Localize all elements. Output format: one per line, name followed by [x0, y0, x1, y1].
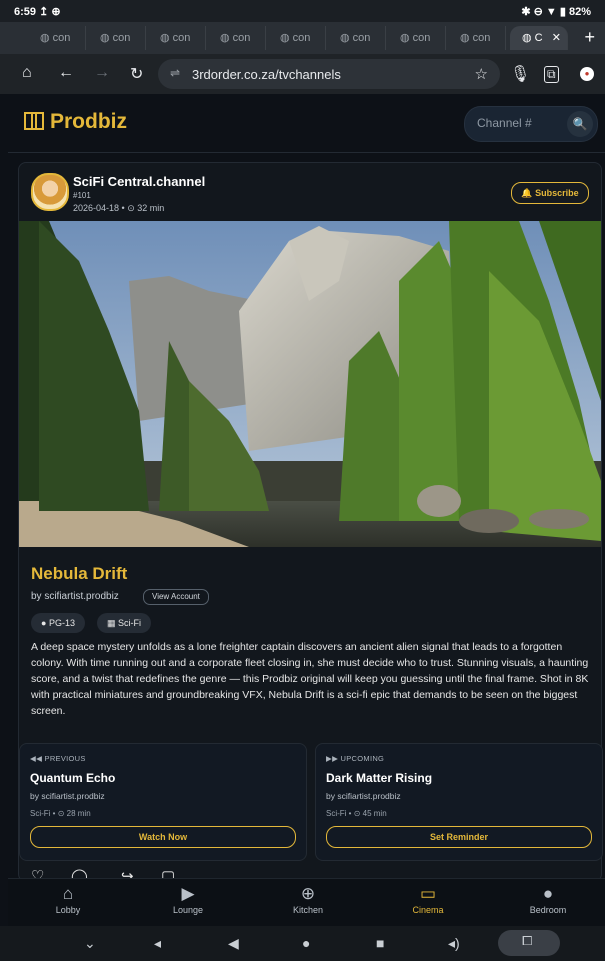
volume-down-icon[interactable]: ◂: [154, 935, 161, 952]
system-navigation: ⌄ ◂ ◀ ● ■ ◂) ⧠: [0, 926, 605, 961]
browser-tab[interactable]: ◍ con: [208, 26, 266, 50]
status-bar: 6:59 ↥ ⊕ ✱ ⊖ ▼ ▮ 82%: [0, 0, 605, 22]
hero-image: [19, 221, 601, 547]
browser-tab[interactable]: ◍ con: [88, 26, 146, 50]
tv-icon: ▭: [419, 884, 437, 903]
address-bar: ⌂ ← → ↻ ⇌ 3rdorder.co.za/tvchannels ☆ 🎙 …: [0, 54, 605, 94]
nav-lounge[interactable]: ▶ Lounge: [148, 883, 228, 915]
tag-icon: ●: [41, 618, 47, 628]
search-icon[interactable]: 🔍: [567, 111, 593, 137]
upcoming-title: Dark Matter Rising: [326, 771, 433, 785]
channel-number-input[interactable]: [475, 115, 549, 131]
plus-circle-icon: ⊕: [300, 884, 316, 903]
browser-tab[interactable]: ◍ con: [268, 26, 326, 50]
browser-tab[interactable]: ◍ con: [28, 26, 86, 50]
clock-icon: ⊙: [353, 809, 361, 818]
play-icon: ▶: [181, 884, 195, 903]
status-time: 6:59 ↥ ⊕: [14, 6, 61, 18]
genre-badge: ▦ Sci-Fi: [97, 613, 152, 633]
chevron-down-icon[interactable]: ⌄: [84, 935, 96, 952]
url-text[interactable]: 3rdorder.co.za/tvchannels: [192, 67, 341, 82]
channel-number: #101: [73, 191, 91, 200]
avatar: [31, 173, 69, 211]
channel-card: SciFi Central.channel #101 2026-04-18 • …: [18, 162, 603, 885]
nav-cinema[interactable]: ▭ Cinema: [388, 883, 468, 915]
rewind-icon: ◀◀: [30, 754, 43, 763]
channel-search: 🔍: [464, 106, 598, 142]
previous-title: Quantum Echo: [30, 771, 116, 785]
nav-label: Bedroom: [529, 905, 567, 915]
close-tab-icon[interactable]: ✕: [552, 26, 561, 50]
previous-byline: by scifiartist.prodbiz: [30, 791, 105, 801]
nav-bedroom[interactable]: ● Bedroom: [508, 883, 588, 915]
film-icon: ▦: [107, 618, 116, 628]
subscribe-button[interactable]: 🔔 Subscribe: [511, 182, 589, 204]
recents-icon[interactable]: ■: [376, 935, 384, 951]
upcoming-meta: Sci-Fi • ⊙ 45 min: [326, 809, 387, 818]
watch-now-button[interactable]: Watch Now: [30, 826, 296, 848]
nav-label: Cinema: [412, 905, 444, 915]
previous-card: ◀◀ PREVIOUS Quantum Echo by scifiartist.…: [19, 743, 307, 861]
content-title: Nebula Drift: [31, 564, 128, 583]
nav-kitchen[interactable]: ⊕ Kitchen: [268, 883, 348, 915]
channel-name[interactable]: SciFi Central.channel: [73, 174, 205, 189]
volume-up-icon[interactable]: ◂): [448, 935, 460, 952]
site-info-icon[interactable]: ⇌: [170, 66, 180, 80]
reload-icon[interactable]: ↻: [130, 64, 143, 84]
content-description: A deep space mystery unfolds as a lone f…: [31, 641, 589, 717]
browser-tab[interactable]: ◍ con: [328, 26, 386, 50]
upcoming-card: ▶▶ UPCOMING Dark Matter Rising by scifia…: [315, 743, 603, 861]
status-battery: ✱ ⊖ ▼ ▮ 82%: [521, 6, 591, 18]
clock-icon: ⊙: [57, 809, 65, 818]
home-icon: ⌂: [62, 884, 74, 903]
browser-tab-active[interactable]: ◍ C ✕: [510, 26, 568, 50]
home-icon[interactable]: ⌂: [22, 64, 32, 82]
forward-icon[interactable]: →: [94, 64, 110, 82]
back-icon[interactable]: ←: [58, 64, 74, 82]
profile-icon[interactable]: ●: [580, 67, 594, 81]
person-icon: ●: [542, 884, 554, 903]
nav-label: Lounge: [172, 905, 204, 915]
url-field[interactable]: ⇌ 3rdorder.co.za/tvchannels ☆: [158, 59, 500, 89]
film-icon: [24, 112, 44, 130]
new-tab-button[interactable]: +: [584, 27, 595, 48]
nav-lobby[interactable]: ⌂ Lobby: [28, 883, 108, 915]
nav-label: Lobby: [55, 905, 81, 915]
browser-tab[interactable]: ◍ con: [448, 26, 506, 50]
browser-tab[interactable]: ◍ con: [148, 26, 206, 50]
mic-icon[interactable]: 🎙: [510, 64, 530, 84]
bottom-navigation: ⌂ Lobby ▶ Lounge ⊕ Kitchen ▭ Cinema ● Be…: [8, 878, 605, 927]
previous-meta: Sci-Fi • ⊙ 28 min: [30, 809, 91, 818]
home-icon[interactable]: ●: [302, 935, 310, 951]
screenshot-icon: ⧠: [522, 933, 533, 948]
set-reminder-button[interactable]: Set Reminder: [326, 826, 592, 848]
nav-label: Kitchen: [292, 905, 324, 915]
tab-strip: ◍ con ◍ con ◍ con ◍ con ◍ con ◍ con ◍ co…: [0, 22, 605, 54]
browser-tab[interactable]: ◍ con: [388, 26, 446, 50]
content-byline[interactable]: by scifiartist.prodbiz: [31, 591, 119, 602]
tab-switcher-icon[interactable]: ⧉: [544, 66, 559, 83]
forward-icon: ▶▶: [326, 754, 339, 763]
upcoming-label: ▶▶ UPCOMING: [326, 754, 385, 763]
view-account-button[interactable]: View Account: [143, 589, 209, 605]
bookmark-star-icon[interactable]: ☆: [475, 65, 488, 83]
channel-meta: 2026-04-18 • ⊙ 32 min: [73, 203, 165, 213]
site-header: Prodbiz 🔍: [8, 96, 605, 153]
screenshot-button[interactable]: ⧠: [498, 930, 560, 956]
bell-icon: 🔔: [521, 188, 533, 198]
brand-logo[interactable]: Prodbiz: [24, 110, 127, 134]
upcoming-byline: by scifiartist.prodbiz: [326, 791, 401, 801]
back-icon[interactable]: ◀: [228, 935, 239, 952]
clock-icon: ⊙: [127, 203, 135, 213]
rating-badge: ● PG-13: [31, 613, 85, 633]
previous-label: ◀◀ PREVIOUS: [30, 754, 86, 763]
